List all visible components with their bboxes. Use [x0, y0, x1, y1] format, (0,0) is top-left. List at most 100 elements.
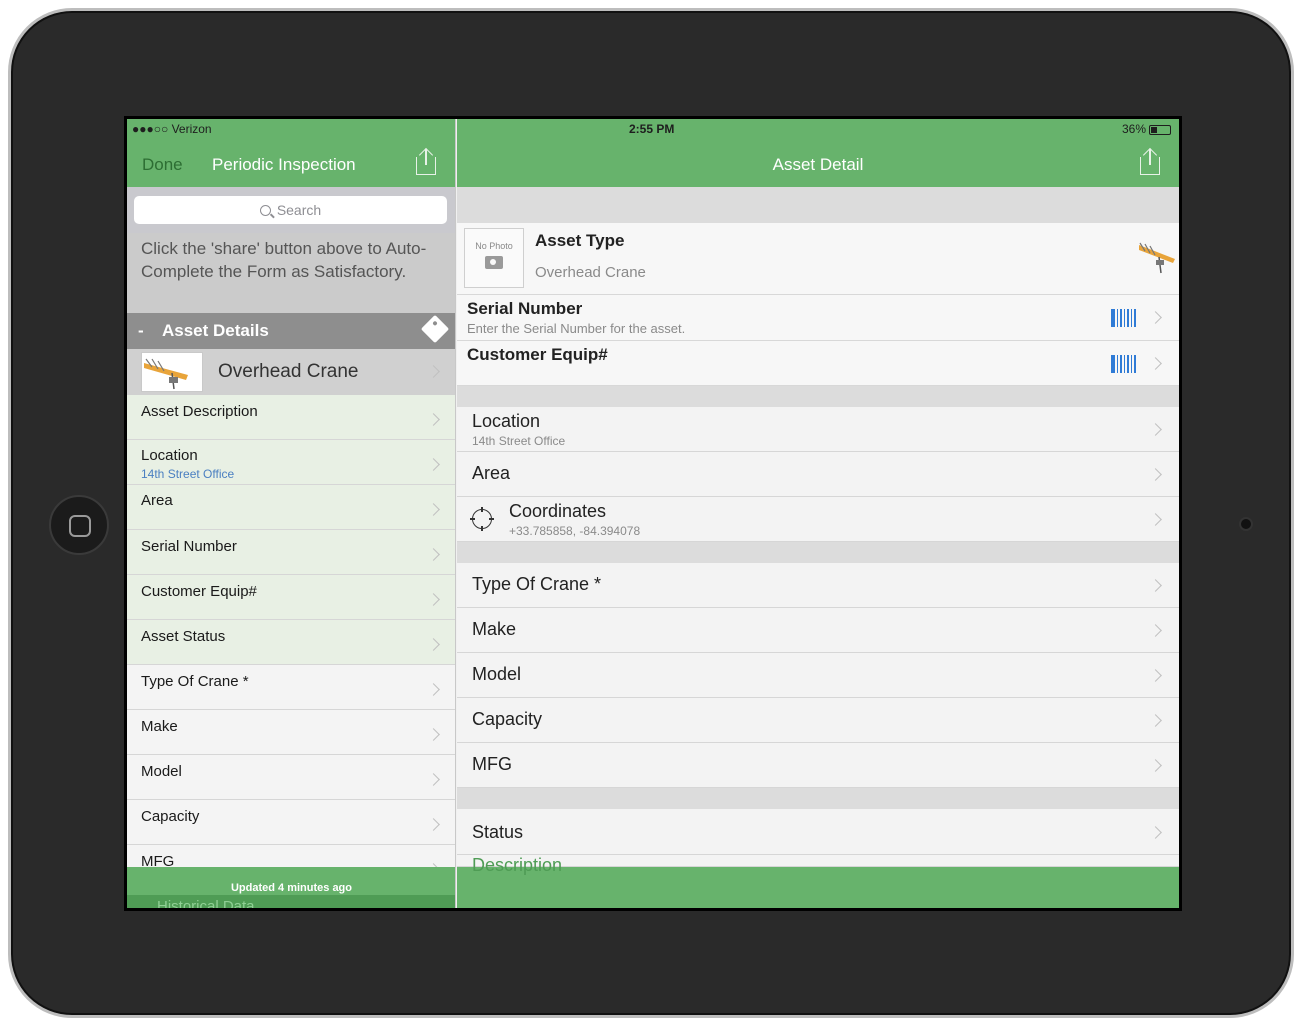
row-label: Asset Status — [141, 628, 226, 645]
collapse-toggle[interactable]: - — [138, 321, 144, 341]
chevron-right-icon — [427, 503, 440, 516]
row-label: Model — [141, 763, 182, 780]
row-label: MFG — [472, 754, 512, 774]
updated-status: Updated 4 minutes ago — [230, 882, 353, 894]
type-of-crane-row[interactable]: Type Of Crane * — [457, 563, 1179, 608]
screen: Done Periodic Inspection Search Click th… — [124, 116, 1182, 911]
asset-type-label: Asset Type — [535, 231, 625, 250]
row-label: Asset Description — [141, 403, 258, 420]
customer-equip-label: Customer Equip# — [467, 345, 608, 364]
done-button[interactable]: Done — [142, 155, 183, 175]
coordinates-row[interactable]: Coordinates +33.785858, -84.394078 — [457, 497, 1179, 542]
chevron-right-icon — [427, 413, 440, 426]
chevron-right-icon — [1149, 579, 1162, 592]
row-serial-number[interactable]: Serial Number — [127, 530, 455, 575]
area-row[interactable]: Area — [457, 452, 1179, 497]
battery-percent: 36% — [1121, 122, 1146, 136]
row-label: Capacity — [141, 808, 200, 825]
row-make[interactable]: Make — [127, 710, 455, 755]
row-label: Type Of Crane * — [472, 574, 602, 594]
row-label: Serial Number — [141, 538, 237, 555]
coordinates-value: +33.785858, -84.394078 — [509, 524, 641, 538]
search-icon — [259, 205, 271, 216]
chevron-right-icon — [427, 818, 440, 831]
crane-icon — [1137, 241, 1177, 282]
description-label[interactable]: Description — [472, 855, 562, 876]
section-gap — [457, 542, 1179, 563]
section-gap — [457, 788, 1179, 809]
chevron-right-icon — [427, 548, 440, 561]
chevron-right-icon — [427, 593, 440, 606]
row-type-of-crane[interactable]: Type Of Crane * — [127, 665, 455, 710]
search-bar: Search — [127, 187, 455, 233]
description-row-top — [457, 855, 1179, 867]
chevron-right-icon — [1149, 826, 1162, 839]
row-asset-description[interactable]: Asset Description — [127, 395, 455, 440]
master-toolbar: Updated 4 minutes ago Historical Data — [127, 867, 455, 908]
detail-pane: Asset Detail No Photo Asset Type Overhea… — [457, 119, 1179, 908]
search-placeholder: Search — [276, 202, 322, 218]
row-area[interactable]: Area — [127, 485, 455, 530]
section-header-asset-details[interactable]: - Asset Details — [127, 313, 455, 349]
area-label: Area — [472, 463, 511, 483]
asset-type-row[interactable]: No Photo Asset Type Overhead Crane — [457, 223, 1179, 295]
section-title: Asset Details — [162, 321, 269, 340]
detail-toolbar: Description — [457, 855, 1179, 908]
row-capacity[interactable]: Capacity — [127, 800, 455, 845]
row-label: Location — [141, 447, 198, 464]
master-pane: Done Periodic Inspection Search Click th… — [127, 119, 456, 908]
chevron-right-icon — [427, 365, 440, 378]
master-title: Periodic Inspection — [212, 155, 356, 174]
chevron-right-icon — [1149, 468, 1162, 481]
mfg-row[interactable]: MFG — [457, 743, 1179, 788]
chevron-right-icon — [427, 773, 440, 786]
search-input[interactable]: Search — [134, 196, 447, 224]
row-label: Capacity — [472, 709, 543, 729]
row-label: Type Of Crane * — [141, 673, 249, 690]
camera — [1239, 517, 1253, 531]
chevron-right-icon — [1149, 669, 1162, 682]
barcode-scan-icon[interactable] — [1111, 355, 1136, 373]
share-icon[interactable] — [1139, 147, 1161, 175]
row-customer-equip[interactable]: Customer Equip# — [127, 575, 455, 620]
serial-number-row[interactable]: Serial Number Enter the Serial Number fo… — [457, 295, 1179, 341]
capacity-row[interactable]: Capacity — [457, 698, 1179, 743]
asset-summary-row[interactable]: Overhead Crane — [127, 349, 455, 395]
detail-title: Asset Detail — [772, 155, 864, 174]
row-location[interactable]: Location 14th Street Office — [127, 440, 455, 485]
status-bar: ●●●○○ Verizon 2:55 PM 36% — [127, 119, 1179, 139]
no-photo-label: No Photo — [475, 241, 513, 251]
historical-data-button[interactable]: Historical Data — [127, 895, 455, 908]
home-button[interactable] — [49, 495, 109, 555]
crosshair-icon[interactable] — [470, 507, 494, 531]
status-label: Status — [472, 822, 524, 842]
chevron-right-icon — [1149, 624, 1162, 637]
chevron-right-icon — [1149, 423, 1162, 436]
make-row[interactable]: Make — [457, 608, 1179, 653]
crane-thumbnail — [141, 352, 203, 392]
customer-equip-row[interactable]: Customer Equip# — [457, 341, 1179, 386]
location-row[interactable]: Location 14th Street Office — [457, 407, 1179, 452]
model-row[interactable]: Model — [457, 653, 1179, 698]
asset-name: Overhead Crane — [218, 361, 359, 382]
chevron-right-icon — [1149, 714, 1162, 727]
chevron-right-icon — [1149, 357, 1162, 370]
row-label: Model — [472, 664, 522, 684]
barcode-scan-icon[interactable] — [1111, 309, 1136, 327]
battery-icon — [1149, 124, 1171, 135]
photo-placeholder[interactable]: No Photo — [464, 228, 524, 288]
tag-icon[interactable] — [420, 314, 450, 344]
battery-indicator: 36% — [1122, 122, 1171, 136]
chevron-right-icon — [1149, 759, 1162, 772]
chevron-right-icon — [1149, 513, 1162, 526]
share-icon[interactable] — [415, 147, 437, 175]
chevron-right-icon — [427, 728, 440, 741]
row-asset-status[interactable]: Asset Status — [127, 620, 455, 665]
status-row[interactable]: Status — [457, 809, 1179, 855]
clock: 2:55 PM — [629, 122, 675, 136]
serial-number-field[interactable]: Enter the Serial Number for the asset. — [467, 321, 685, 336]
row-model[interactable]: Model — [127, 755, 455, 800]
row-label: Make — [141, 718, 178, 735]
section-gap — [457, 386, 1179, 407]
location-label: Location — [472, 411, 541, 431]
